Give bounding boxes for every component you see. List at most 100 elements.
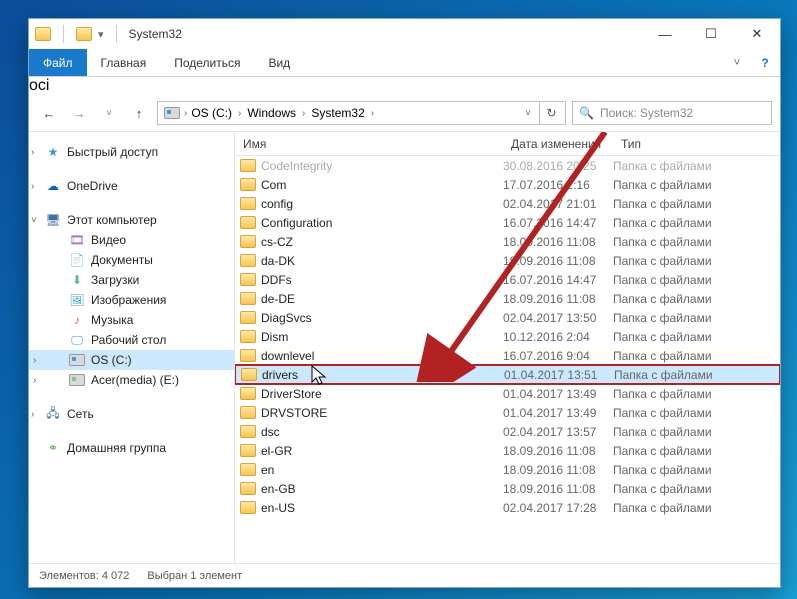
ribbon-collapse-icon[interactable]: ˅ (724, 49, 750, 76)
column-name[interactable]: Имя (235, 137, 503, 151)
folder-icon (240, 387, 256, 400)
folder-icon (240, 330, 256, 343)
expand-icon[interactable]: › (31, 409, 34, 420)
qat-newfolder-icon[interactable] (76, 27, 92, 41)
table-row[interactable]: en-GB18.09.2016 11:08Папка с файлами (235, 479, 780, 498)
table-row[interactable]: DriverStore01.04.2017 13:49Папка с файла… (235, 384, 780, 403)
sidebar-item-pictures[interactable]: 🖼Изображения (29, 290, 234, 310)
file-rows[interactable]: CodeIntegrity30.08.2016 20:25Папка с фай… (235, 156, 780, 563)
ribbon-tabs: Файл Главная Поделиться Вид ˅ ? (29, 49, 780, 77)
column-type[interactable]: Тип (613, 137, 780, 151)
folder-icon (240, 349, 256, 362)
sidebar-onedrive[interactable]: › ☁ OneDrive (29, 176, 234, 196)
table-row[interactable]: Dism10.12.2016 2:04Папка с файлами (235, 327, 780, 346)
expand-icon[interactable]: › (31, 181, 34, 192)
folder-icon (240, 311, 256, 324)
table-row[interactable]: Com17.07.2016 2:16Папка с файлами (235, 175, 780, 194)
sidebar-item-desktop[interactable]: 🖵 Рабочий стол (29, 330, 234, 350)
refresh-button[interactable]: ↻ (539, 101, 563, 125)
row-name: da-DK (261, 254, 503, 268)
row-name: Com (261, 178, 503, 192)
sidebar-homegroup[interactable]: ⚭Домашняя группа (29, 438, 234, 458)
table-row[interactable]: drivers01.04.2017 13:51Папка с файлами (235, 365, 780, 384)
expand-icon[interactable]: › (31, 147, 34, 158)
row-date: 18.09.2016 11:08 (503, 444, 613, 458)
folder-icon (240, 501, 256, 514)
sidebar-label: Документы (91, 253, 153, 267)
sidebar-item-music[interactable]: ♪Музыка (29, 310, 234, 330)
row-name: Dism (261, 330, 503, 344)
table-row[interactable]: cs-CZ18.09.2016 11:08Папка с файлами (235, 232, 780, 251)
table-row[interactable]: CodeIntegrity30.08.2016 20:25Папка с фай… (235, 156, 780, 175)
row-name: dsc (261, 425, 503, 439)
search-input[interactable]: 🔍 Поиск: System32 (572, 101, 772, 125)
sidebar-quick-access[interactable]: › ★ Быстрый доступ (29, 142, 234, 162)
sidebar-label: Этот компьютер (67, 213, 157, 227)
table-row[interactable]: el-GR18.09.2016 11:08Папка с файлами (235, 441, 780, 460)
row-type: Папка с файлами (613, 330, 780, 344)
close-button[interactable]: ✕ (734, 19, 780, 49)
table-row[interactable]: da-DK18.09.2016 11:08Папка с файлами (235, 251, 780, 270)
sidebar-label: Рабочий стол (91, 333, 166, 347)
column-date[interactable]: Дата изменения (503, 137, 613, 151)
row-type: Папка с файлами (613, 425, 780, 439)
row-date: 18.09.2016 11:08 (503, 292, 613, 306)
search-icon: 🔍 (579, 106, 594, 120)
row-name: el-GR (261, 444, 503, 458)
row-date: 02.04.2017 17:28 (503, 501, 613, 515)
table-row[interactable]: DDFs16.07.2016 14:47Папка с файлами (235, 270, 780, 289)
nav-recent-button[interactable]: ˅ (97, 101, 121, 125)
table-row[interactable]: Configuration16.07.2016 14:47Папка с фай… (235, 213, 780, 232)
tab-file[interactable]: Файл (29, 49, 87, 76)
minimize-button[interactable]: — (642, 19, 688, 49)
star-icon: ★ (45, 144, 61, 160)
address-bar[interactable]: ›OS (C:) › Windows › System32 › ˅ ↻ (157, 101, 566, 125)
sidebar-item-documents[interactable]: 📄Документы (29, 250, 234, 270)
sidebar-label: Быстрый доступ (67, 145, 158, 159)
table-row[interactable]: de-DE18.09.2016 11:08Папка с файлами (235, 289, 780, 308)
breadcrumb-system32[interactable]: System32 (307, 104, 368, 122)
breadcrumb-drive[interactable]: ›OS (C:) (160, 104, 236, 122)
table-row[interactable]: DiagSvcs02.04.2017 13:50Папка с файлами (235, 308, 780, 327)
nav-back-button[interactable]: ← (37, 101, 61, 125)
sidebar-this-pc[interactable]: ˅🖥Этот компьютер (29, 210, 234, 230)
cloud-icon: ☁ (45, 178, 61, 194)
expand-icon[interactable]: › (33, 355, 36, 366)
nav-forward-button[interactable]: → (67, 101, 91, 125)
table-row[interactable]: DRVSTORE01.04.2017 13:49Папка с файлами (235, 403, 780, 422)
table-row[interactable]: en18.09.2016 11:08Папка с файлами (235, 460, 780, 479)
sidebar-item-drive-e[interactable]: ›Acer(media) (E:) (29, 370, 234, 390)
row-type: Папка с файлами (613, 178, 780, 192)
expand-icon[interactable]: ˅ (31, 215, 37, 226)
row-date: 02.04.2017 13:57 (503, 425, 613, 439)
row-type: Папка с файлами (613, 349, 780, 363)
sidebar-item-drive-c[interactable]: ›OS (C:) (29, 350, 234, 370)
address-dropdown-icon[interactable]: ˅ (519, 108, 537, 119)
tab-home[interactable]: Главная (87, 49, 161, 76)
row-type: Папка с файлами (613, 235, 780, 249)
desktop-icon: 🖵 (69, 332, 85, 348)
sidebar-label: Музыка (91, 313, 133, 327)
nav-up-button[interactable]: ↑ (127, 101, 151, 125)
table-row[interactable]: config02.04.2017 21:01Папка с файлами (235, 194, 780, 213)
row-type: Папка с файлами (613, 444, 780, 458)
qat-dropdown-icon[interactable]: ▾ (98, 28, 104, 41)
row-type: Папка с файлами (613, 254, 780, 268)
tab-share[interactable]: Поделиться (160, 49, 254, 76)
tab-view[interactable]: Вид (254, 49, 304, 76)
sidebar-item-downloads[interactable]: ⬇Загрузки (29, 270, 234, 290)
sidebar-label: OneDrive (67, 179, 118, 193)
table-row[interactable]: en-US02.04.2017 17:28Папка с файлами (235, 498, 780, 517)
table-row[interactable]: dsc02.04.2017 13:57Папка с файлами (235, 422, 780, 441)
sidebar-item-video[interactable]: 🎞Видео (29, 230, 234, 250)
maximize-button[interactable]: ☐ (688, 19, 734, 49)
drive-icon (69, 374, 85, 386)
row-date: 16.07.2016 14:47 (503, 216, 613, 230)
downloads-icon: ⬇ (69, 272, 85, 288)
sidebar-network[interactable]: ›🖧Сеть (29, 404, 234, 424)
expand-icon[interactable]: › (33, 375, 36, 386)
table-row[interactable]: downlevel16.07.2016 9:04Папка с файлами (235, 346, 780, 365)
breadcrumb-windows[interactable]: Windows (243, 104, 300, 122)
row-name: CodeIntegrity (261, 159, 503, 173)
help-icon[interactable]: ? (750, 49, 780, 76)
